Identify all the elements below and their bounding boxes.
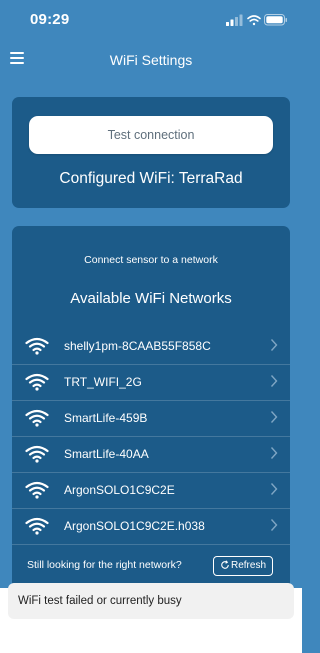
chevron-right-icon: [270, 411, 278, 423]
error-toast: WiFi test failed or currently busy: [8, 583, 294, 619]
network-row[interactable]: TRT_WIFI_2G: [12, 364, 290, 400]
wifi-icon: [25, 445, 49, 463]
wifi-icon: [25, 373, 49, 391]
chevron-right-icon: [270, 483, 278, 495]
chevron-right-icon: [270, 339, 278, 351]
chevron-right-icon: [270, 519, 278, 531]
refresh-icon: [221, 560, 229, 569]
test-connection-button[interactable]: Test connection: [29, 116, 273, 154]
wifi-icon: [25, 481, 49, 499]
network-name: shelly1pm-8CAAB55F858C: [64, 339, 211, 353]
status-time: 09:29: [30, 11, 70, 28]
page-title: WiFi Settings: [109, 52, 193, 68]
refresh-button[interactable]: Refresh: [213, 556, 273, 576]
wifi-icon: [25, 517, 49, 535]
network-row[interactable]: SmartLife-459B: [12, 400, 290, 436]
network-row[interactable]: SmartLife-40AA: [12, 436, 290, 472]
status-bar: 09:29: [0, 0, 302, 40]
network-row[interactable]: shelly1pm-8CAAB55F858C: [12, 329, 290, 364]
wifi-status-icon: [247, 15, 261, 26]
network-row-partial[interactable]: [12, 544, 290, 549]
connection-card: Test connection Configured WiFi: TerraRa…: [12, 97, 290, 208]
network-row[interactable]: ArgonSOLO1C9C2E: [12, 472, 290, 508]
network-name: SmartLife-459B: [64, 411, 148, 425]
still-looking-text: Still looking for the right network?: [27, 559, 182, 571]
network-row[interactable]: ArgonSOLO1C9C2E.h038: [12, 508, 290, 544]
network-name: ArgonSOLO1C9C2E: [64, 483, 175, 497]
battery-icon: [264, 14, 287, 26]
wifi-icon: [25, 409, 49, 427]
network-name: TRT_WIFI_2G: [64, 375, 142, 389]
wifi-icon: [25, 337, 49, 355]
signal-icon: [226, 14, 243, 26]
networks-card: Connect sensor to a network Available Wi…: [12, 226, 290, 588]
status-icons: [226, 14, 287, 26]
network-name: ArgonSOLO1C9C2E.h038: [64, 519, 205, 533]
app-header: WiFi Settings: [0, 44, 302, 78]
network-list[interactable]: shelly1pm-8CAAB55F858C TRT_WIFI_2G Smart…: [12, 329, 290, 549]
refresh-label: Refresh: [230, 560, 266, 571]
connect-hint: Connect sensor to a network: [84, 254, 218, 266]
configured-wifi-label: Configured WiFi: TerraRad: [59, 170, 243, 187]
networks-title: Available WiFi Networks: [70, 290, 232, 307]
network-name: SmartLife-40AA: [64, 447, 149, 461]
chevron-right-icon: [270, 447, 278, 459]
chevron-right-icon: [270, 375, 278, 387]
